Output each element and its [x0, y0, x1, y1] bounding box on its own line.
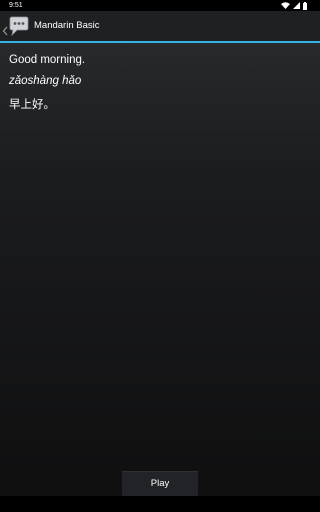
status-time: 9:51 — [9, 2, 23, 9]
app-screen: Mandarin Basic Good morning. zǎoshàng hǎ… — [0, 11, 320, 496]
battery-icon — [303, 1, 307, 10]
action-bar[interactable]: Mandarin Basic — [0, 11, 320, 41]
speech-bubble-icon[interactable] — [8, 15, 30, 37]
status-icons — [281, 1, 307, 10]
navigation-bar — [0, 496, 320, 512]
phrase-hanzi: 早上好。 — [9, 97, 55, 111]
play-button[interactable]: Play — [122, 471, 198, 496]
phrase-pinyin: zǎoshàng hǎo — [9, 75, 82, 87]
app-title: Mandarin Basic — [34, 20, 100, 31]
wifi-icon — [281, 2, 290, 9]
status-bar: 9:51 — [0, 0, 320, 11]
phrase-english: Good morning. — [9, 54, 86, 66]
signal-icon — [293, 2, 300, 9]
action-bar-divider — [0, 41, 320, 43]
